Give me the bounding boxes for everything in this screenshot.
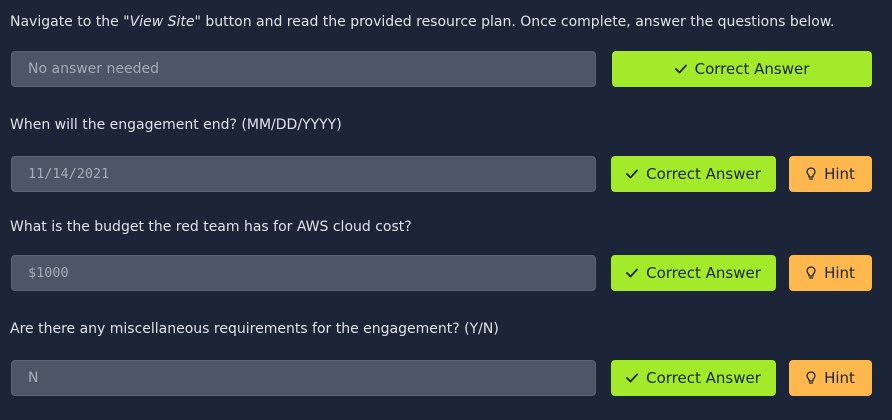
question-3-text: What is the budget the red team has for … <box>10 219 412 235</box>
intro-suffix: button and read the provided resource pl… <box>200 14 835 30</box>
task-questions-panel: Navigate to the "View Site" button and r… <box>0 0 892 420</box>
lightbulb-icon <box>806 266 816 280</box>
answer-value-2: 11/14/2021 <box>28 166 110 182</box>
answer-value-4: N <box>28 370 39 386</box>
question-2-text: When will the engagement end? (MM/DD/YYY… <box>10 117 342 133</box>
hint-button-2[interactable]: Hint <box>789 156 872 192</box>
correct-answer-button-1[interactable]: Correct Answer <box>612 51 872 87</box>
correct-answer-button-2[interactable]: Correct Answer <box>611 156 776 192</box>
correct-answer-button-4[interactable]: Correct Answer <box>611 360 776 396</box>
view-site-reference: View Site" <box>129 14 201 30</box>
hint-button-3[interactable]: Hint <box>789 255 872 291</box>
answer-field-2[interactable]: 11/14/2021 <box>11 156 596 192</box>
correct-answer-button-3[interactable]: Correct Answer <box>611 255 776 291</box>
answer-field-3[interactable]: $1000 <box>11 255 596 291</box>
correct-answer-label-1: Correct Answer <box>694 60 810 78</box>
check-icon <box>626 268 639 278</box>
intro-prefix: Navigate to the " <box>10 14 130 30</box>
hint-button-4[interactable]: Hint <box>789 360 872 396</box>
lightbulb-icon <box>806 371 816 385</box>
correct-answer-label-2: Correct Answer <box>646 165 761 183</box>
task-intro-text: Navigate to the "View Site" button and r… <box>10 14 834 30</box>
correct-answer-label-3: Correct Answer <box>646 264 761 282</box>
answer-value-1: No answer needed <box>28 61 159 77</box>
lightbulb-icon <box>806 167 816 181</box>
question-4-text: Are there any miscellaneous requirements… <box>10 321 499 337</box>
hint-label-4: Hint <box>824 369 855 387</box>
correct-answer-label-4: Correct Answer <box>646 369 761 387</box>
answer-value-3: $1000 <box>28 265 69 281</box>
answer-field-1[interactable]: No answer needed <box>11 51 596 87</box>
answer-field-4[interactable]: N <box>11 360 596 396</box>
hint-label-2: Hint <box>824 165 855 183</box>
check-icon <box>626 373 639 383</box>
hint-label-3: Hint <box>824 264 855 282</box>
check-icon <box>674 64 687 74</box>
check-icon <box>626 169 639 179</box>
